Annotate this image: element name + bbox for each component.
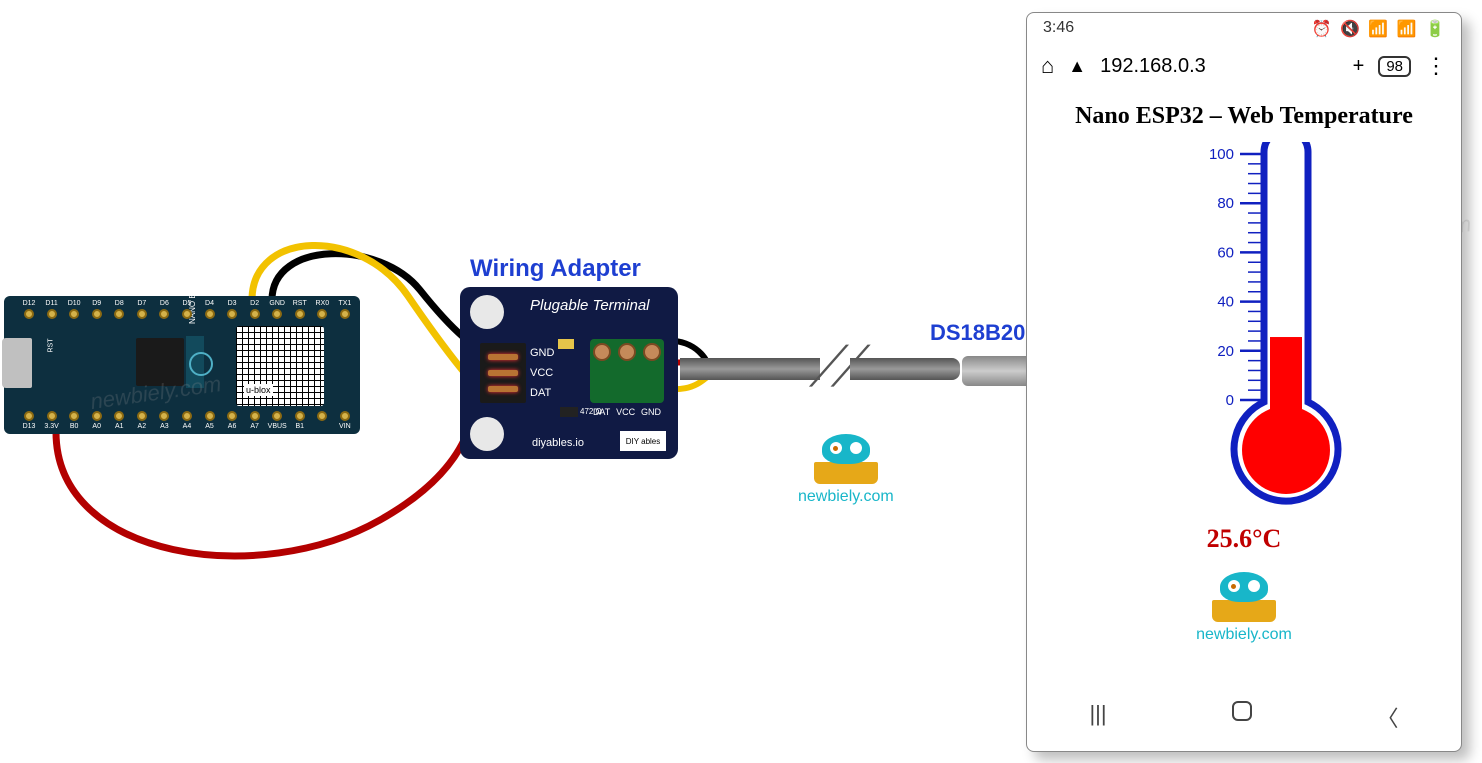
wiring-adapter-board: Plugable Terminal GND VCC DAT DAT VCC GN…: [460, 287, 678, 459]
phone-nav-bar: ||| 〈: [1027, 687, 1461, 751]
arduino-pin: D6: [157, 300, 171, 319]
smd-component-icon: [558, 339, 574, 349]
adapter-url: diyables.io: [532, 437, 584, 449]
temperature-reading: 25.6°C: [1027, 524, 1461, 554]
svg-text:20: 20: [1217, 343, 1234, 360]
arduino-pin: B1: [293, 411, 307, 430]
sensor-label: DS18B20: [930, 320, 1025, 346]
svg-text:60: 60: [1217, 244, 1234, 261]
arduino-pin: TX1: [338, 300, 352, 319]
arduino-pin: [315, 411, 329, 430]
signal-icon: 📶: [1397, 21, 1417, 38]
arduino-pin: GND: [270, 300, 284, 319]
arduino-pin: D4: [203, 300, 217, 319]
arduino-pin: D2: [248, 300, 262, 319]
resistor-icon: [560, 407, 578, 417]
arduino-pin: A6: [225, 411, 239, 430]
arduino-pin: RST: [293, 300, 307, 319]
mounting-hole-icon: [470, 417, 504, 451]
status-time: 3:46: [1043, 19, 1074, 39]
svg-text:0: 0: [1226, 392, 1234, 409]
newbiely-text: newbiely.com: [1196, 626, 1292, 644]
adapter-header-labels: GND VCC DAT: [530, 343, 554, 403]
usb-c-port-icon: [2, 338, 32, 388]
arduino-pin: D12: [22, 300, 36, 319]
arduino-pin: A2: [135, 411, 149, 430]
pin-header-icon: [480, 343, 526, 403]
adapter-title: Wiring Adapter: [470, 255, 641, 283]
arduino-pin: D11: [45, 300, 59, 319]
back-button[interactable]: 〈: [1377, 701, 1399, 733]
newbiely-text: newbiely.com: [798, 488, 894, 506]
arduino-nano-esp32-board: RST NANO ESP32 u-blox D12D11D10D9D8D7D6D…: [4, 296, 360, 434]
web-page-title: Nano ESP32 – Web Temperature: [1027, 87, 1461, 138]
arduino-pin: VIN: [338, 411, 352, 430]
alarm-icon: ⏰: [1312, 21, 1332, 38]
arduino-pin: A1: [112, 411, 126, 430]
browser-url-bar: ⌂ ▲ 192.168.0.3 + 98 ⋮: [1027, 45, 1461, 87]
adapter-board-title: Plugable Terminal: [530, 297, 650, 314]
arduino-pin: D5: [180, 300, 194, 319]
arduino-bottom-pin-row: D133.3VB0A0A1A2A3A4A5A6A7VBUSB1VIN: [22, 411, 352, 430]
newbiely-logo-icon: newbiely.com: [798, 434, 894, 506]
svg-text:100: 100: [1209, 146, 1234, 163]
ublox-label: u-blox: [244, 384, 273, 396]
diyables-logo-icon: DIY ables: [620, 431, 666, 451]
screw-terminal-icon: [590, 339, 664, 403]
arduino-pin: RX0: [315, 300, 329, 319]
diagram-stage: RST NANO ESP32 u-blox D12D11D10D9D8D7D6D…: [0, 0, 1482, 763]
kebab-menu-icon[interactable]: ⋮: [1425, 53, 1447, 79]
tab-count-badge[interactable]: 98: [1378, 56, 1411, 77]
arduino-pin: A3: [157, 411, 171, 430]
home-button[interactable]: [1232, 701, 1252, 721]
phone-mockup: 3:46 ⏰ 🔇 📶 📶 🔋 ⌂ ▲ 192.168.0.3 + 98 ⋮ Na…: [1026, 12, 1462, 752]
sensor-cable-icon: [680, 358, 820, 380]
arduino-pin: D13: [22, 411, 36, 430]
newbiely-logo-icon: newbiely.com: [1196, 572, 1292, 644]
insecure-warning-icon[interactable]: ▲: [1068, 56, 1086, 77]
mute-icon: 🔇: [1340, 21, 1360, 38]
battery-icon: 🔋: [1425, 21, 1445, 38]
arduino-top-pin-row: D12 D11 D10 D9 D8 D7 D6 D5 D4 D3 D2 GND RST RX0 TX1: [22, 300, 352, 319]
arduino-pin: D8: [112, 300, 126, 319]
arduino-pin: D3: [225, 300, 239, 319]
arduino-pin: A4: [180, 411, 194, 430]
wifi-icon: 📶: [1368, 21, 1388, 38]
resistor-label: 472 Ω: [580, 407, 602, 416]
arduino-pin: A7: [248, 411, 262, 430]
svg-text:40: 40: [1217, 294, 1234, 311]
home-icon[interactable]: ⌂: [1041, 53, 1054, 79]
arduino-pin: 3.3V: [45, 411, 59, 430]
status-icons: ⏰ 🔇 📶 📶 🔋: [1308, 19, 1445, 39]
recents-button[interactable]: |||: [1089, 701, 1106, 733]
sensor-cable-icon: [850, 358, 960, 380]
phone-status-bar: 3:46 ⏰ 🔇 📶 📶 🔋: [1027, 13, 1461, 45]
arduino-pin: VBUS: [270, 411, 284, 430]
address-text[interactable]: 192.168.0.3: [1100, 55, 1339, 78]
svg-text:80: 80: [1217, 195, 1234, 212]
arduino-pin: A5: [203, 411, 217, 430]
arduino-pin: D7: [135, 300, 149, 319]
arduino-pin: D10: [67, 300, 81, 319]
arduino-pin: B0: [67, 411, 81, 430]
arduino-pin: D9: [90, 300, 104, 319]
mounting-hole-icon: [470, 295, 504, 329]
new-tab-icon[interactable]: +: [1353, 55, 1365, 78]
rst-label: RST: [48, 339, 55, 353]
thermometer-gauge: 0 20 40 60 80 100: [1134, 142, 1354, 522]
